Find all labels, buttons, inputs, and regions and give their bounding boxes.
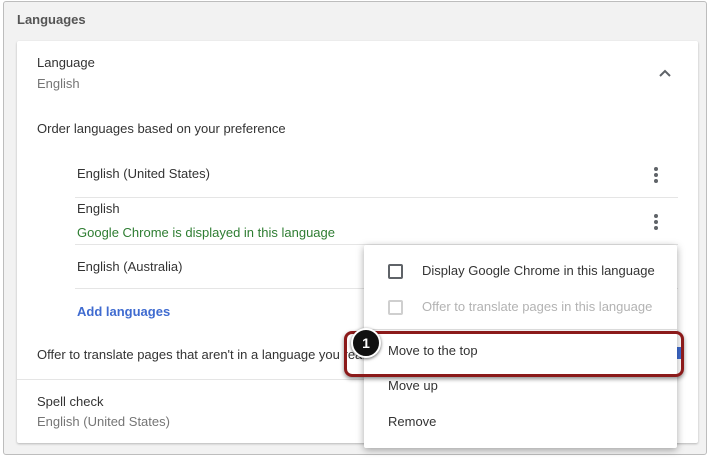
language-name: English	[77, 201, 120, 216]
spell-check-label: Spell check	[37, 394, 104, 409]
language-name: English (United States)	[77, 166, 210, 181]
annotation-highlight	[344, 331, 684, 377]
language-row: English (United States)	[75, 154, 678, 198]
language-display-note: Google Chrome is displayed in this langu…	[77, 225, 335, 240]
menu-divider	[364, 329, 677, 330]
offer-translate-text: Offer to translate pages that aren't in …	[37, 347, 367, 362]
order-languages-text: Order languages based on your preference	[37, 121, 286, 136]
more-vert-icon[interactable]	[651, 166, 661, 184]
offer-translate-checkbox-item: Offer to translate pages in this languag…	[364, 289, 677, 325]
more-vert-icon[interactable]	[651, 213, 661, 231]
menu-item-label: Move up	[388, 378, 438, 393]
step-badge: 1	[351, 328, 381, 358]
checkbox[interactable]	[388, 264, 403, 279]
spell-check-value: English (United States)	[37, 414, 170, 429]
chevron-up-icon[interactable]	[657, 67, 673, 79]
menu-item-label: Remove	[388, 414, 437, 429]
language-name: English (Australia)	[77, 259, 183, 274]
menu-item-label: Display Google Chrome in this language	[422, 263, 655, 278]
remove-item[interactable]: Remove	[364, 404, 677, 440]
section-divider	[17, 379, 365, 380]
menu-item-label: Offer to translate pages in this languag…	[422, 299, 653, 314]
display-chrome-checkbox-item[interactable]: Display Google Chrome in this language	[364, 253, 677, 289]
add-languages-link[interactable]: Add languages	[77, 304, 170, 319]
language-label: Language	[37, 55, 95, 70]
checkbox	[388, 300, 403, 315]
section-title: Languages	[17, 12, 86, 27]
language-row: English Google Chrome is displayed in th…	[75, 198, 678, 245]
language-value: English	[37, 76, 80, 91]
